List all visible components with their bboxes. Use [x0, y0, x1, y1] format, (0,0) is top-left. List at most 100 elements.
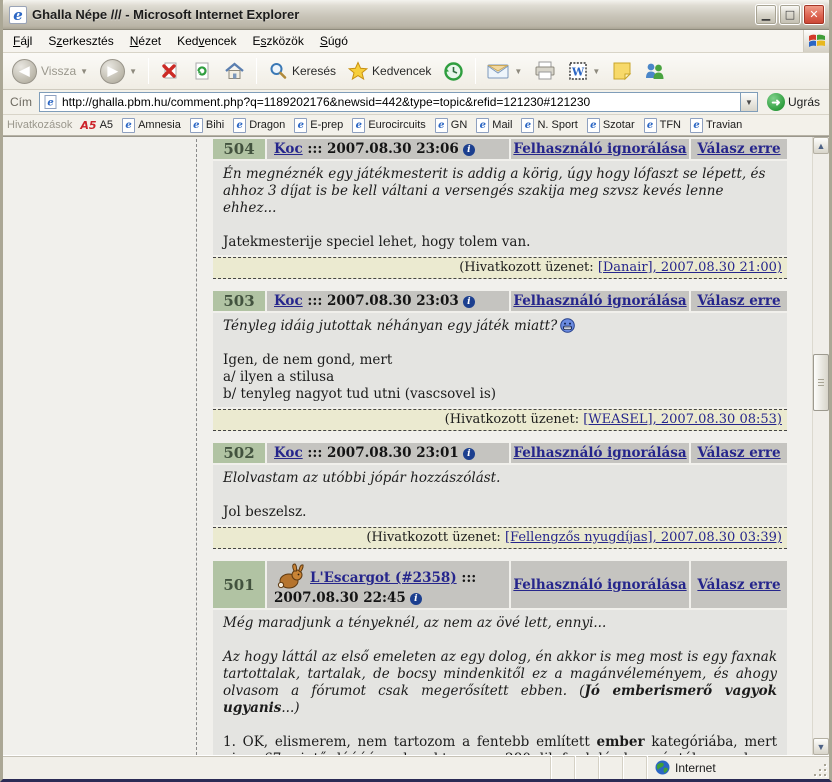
ignore-user-link[interactable]: Felhasználó ignorálása: [513, 141, 686, 157]
close-button[interactable]: ✕: [803, 4, 825, 25]
address-bar: Cím e http://ghalla.pbm.hu/comment.php?q…: [3, 90, 829, 115]
body-text: Igen, de nem gond, mert a/ ilyen a stilu…: [223, 352, 496, 402]
status-pane-main: [3, 756, 551, 779]
link-item[interactable]: eTFN: [644, 118, 681, 133]
print-button[interactable]: [529, 59, 561, 83]
link-item[interactable]: eMail: [476, 118, 512, 133]
maximize-button[interactable]: □: [779, 4, 801, 25]
author-link[interactable]: Koc: [274, 141, 303, 157]
edit-button[interactable]: W ▼: [563, 59, 605, 83]
body-text: Tényleg idáig jutottak néhányan egy játé…: [223, 318, 557, 334]
address-dropdown-button[interactable]: ▼: [740, 93, 757, 111]
post-paragraph: Igen, de nem gond, mert a/ ilyen a stilu…: [223, 352, 777, 403]
forward-button[interactable]: ▶ ▼: [95, 57, 142, 86]
minimize-button[interactable]: ▁: [755, 4, 777, 25]
ignore-user-cell: Felhasználó ignorálása: [511, 139, 689, 159]
go-button[interactable]: ➜ Ugrás: [762, 92, 825, 112]
info-icon[interactable]: i: [463, 448, 475, 460]
scrollbar-track[interactable]: [813, 154, 829, 738]
link-page-icon: e: [190, 118, 203, 133]
post-author-cell: L'Escargot (#2358) ::: 2007.08.30 22:45i: [267, 561, 509, 608]
history-button[interactable]: [438, 59, 469, 84]
back-dropdown-icon[interactable]: ▼: [80, 67, 88, 76]
forward-dropdown-icon[interactable]: ▼: [129, 67, 137, 76]
links-items: A5A5eAmnesiaeBihieDragoneE-prepeEurocirc…: [80, 118, 751, 133]
discuss-button[interactable]: [607, 59, 637, 83]
scrollbar-thumb[interactable]: [813, 354, 829, 411]
post-number: 501: [213, 561, 265, 608]
link-item[interactable]: eSzotar: [587, 118, 635, 133]
body-text: ember: [597, 734, 645, 750]
author-link[interactable]: L'Escargot (#2358): [310, 570, 457, 586]
vertical-scrollbar[interactable]: ▲ ▼: [812, 137, 829, 755]
menu-fájl[interactable]: Fájl: [5, 31, 40, 51]
url-text[interactable]: http://ghalla.pbm.hu/comment.php?q=11892…: [62, 95, 740, 109]
edit-dropdown-icon[interactable]: ▼: [592, 67, 600, 76]
link-page-icon: e: [435, 118, 448, 133]
search-button[interactable]: Keresés: [263, 59, 341, 83]
quoted-message-bar: (Hivatkozott üzenet: [Fellengzős nyugdíj…: [213, 527, 787, 549]
link-item[interactable]: eTravian: [690, 118, 742, 133]
ignore-user-cell: Felhasználó ignorálása: [511, 291, 689, 311]
link-item[interactable]: eN. Sport: [521, 118, 577, 133]
link-item[interactable]: eDragon: [233, 118, 285, 133]
link-item[interactable]: eE-prep: [294, 118, 343, 133]
menu-bar: FájlSzerkesztésNézetKedvencekEszközökSúg…: [3, 30, 829, 53]
quoted-prefix: (Hivatkozott üzenet:: [459, 260, 598, 275]
toolbar-separator: [148, 58, 149, 84]
mail-dropdown-icon[interactable]: ▼: [514, 67, 522, 76]
author-link[interactable]: Koc: [274, 445, 303, 461]
post-header: 503 Koc ::: 2007.08.30 23:03i Felhasznál…: [213, 291, 787, 311]
posts-column: 504 Koc ::: 2007.08.30 23:06i Felhasznál…: [213, 139, 787, 755]
post-header: 504 Koc ::: 2007.08.30 23:06i Felhasznál…: [213, 139, 787, 159]
quoted-message-link[interactable]: [Danair], 2007.08.30 21:00): [598, 260, 782, 275]
reply-link[interactable]: Válasz erre: [697, 577, 780, 593]
info-icon[interactable]: i: [463, 144, 475, 156]
menu-szerkesztés[interactable]: Szerkesztés: [40, 31, 121, 51]
link-item-label: Bihi: [206, 119, 224, 131]
messenger-button[interactable]: [639, 59, 671, 83]
scroll-down-button[interactable]: ▼: [813, 738, 829, 755]
reply-link[interactable]: Válasz erre: [697, 445, 780, 461]
page-viewport: 504 Koc ::: 2007.08.30 23:06i Felhasznál…: [3, 136, 829, 755]
menu-nézet[interactable]: Nézet: [122, 31, 169, 51]
favorites-button[interactable]: Kedvencek: [343, 59, 436, 83]
menu-súgó[interactable]: Súgó: [312, 31, 356, 51]
link-item[interactable]: eBihi: [190, 118, 224, 133]
link-page-icon: e: [690, 118, 703, 133]
ignore-user-link[interactable]: Felhasználó ignorálása: [513, 577, 686, 593]
link-item-label: Eurocircuits: [368, 119, 425, 131]
toolbar-separator: [256, 58, 257, 84]
ignore-user-link[interactable]: Felhasználó ignorálása: [513, 445, 686, 461]
stop-button[interactable]: [155, 59, 185, 83]
home-button[interactable]: [219, 59, 250, 83]
body-text: Jatekmesterije speciel lehet, hogy tolem…: [223, 234, 530, 250]
link-item-label: E-prep: [310, 119, 343, 131]
quoted-message-link[interactable]: [Fellengzős nyugdíjas], 2007.08.30 03:39…: [505, 530, 782, 545]
quoted-message-link[interactable]: [WEASEL], 2007.08.30 08:53): [583, 412, 782, 427]
ignore-user-link[interactable]: Felhasználó ignorálása: [513, 293, 686, 309]
refresh-button[interactable]: [187, 59, 217, 83]
link-item[interactable]: eGN: [435, 118, 468, 133]
link-item[interactable]: eEurocircuits: [352, 118, 425, 133]
status-bar: Internet: [3, 755, 829, 779]
link-item[interactable]: A5A5: [80, 119, 113, 131]
reply-link[interactable]: Válasz erre: [697, 141, 780, 157]
author-link[interactable]: Koc: [274, 293, 303, 309]
body-text: Jol beszelsz.: [223, 504, 306, 520]
mail-button[interactable]: ▼: [482, 60, 527, 82]
link-item-label: N. Sport: [537, 119, 577, 131]
favorites-label: Kedvencek: [372, 64, 431, 78]
link-item-label: A5: [100, 119, 113, 131]
body-text: 1. OK, elismerem, nem tartozom a fentebb…: [223, 734, 597, 750]
info-icon[interactable]: i: [410, 593, 422, 605]
resize-grip[interactable]: [812, 756, 829, 779]
scroll-up-button[interactable]: ▲: [813, 137, 829, 154]
back-button[interactable]: ◀ Vissza ▼: [7, 57, 93, 86]
reply-link[interactable]: Válasz erre: [697, 293, 780, 309]
menu-eszközök[interactable]: Eszközök: [244, 31, 311, 51]
info-icon[interactable]: i: [463, 296, 475, 308]
link-item[interactable]: eAmnesia: [122, 118, 181, 133]
menu-kedvencek[interactable]: Kedvencek: [169, 31, 244, 51]
address-input[interactable]: e http://ghalla.pbm.hu/comment.php?q=118…: [39, 92, 758, 112]
